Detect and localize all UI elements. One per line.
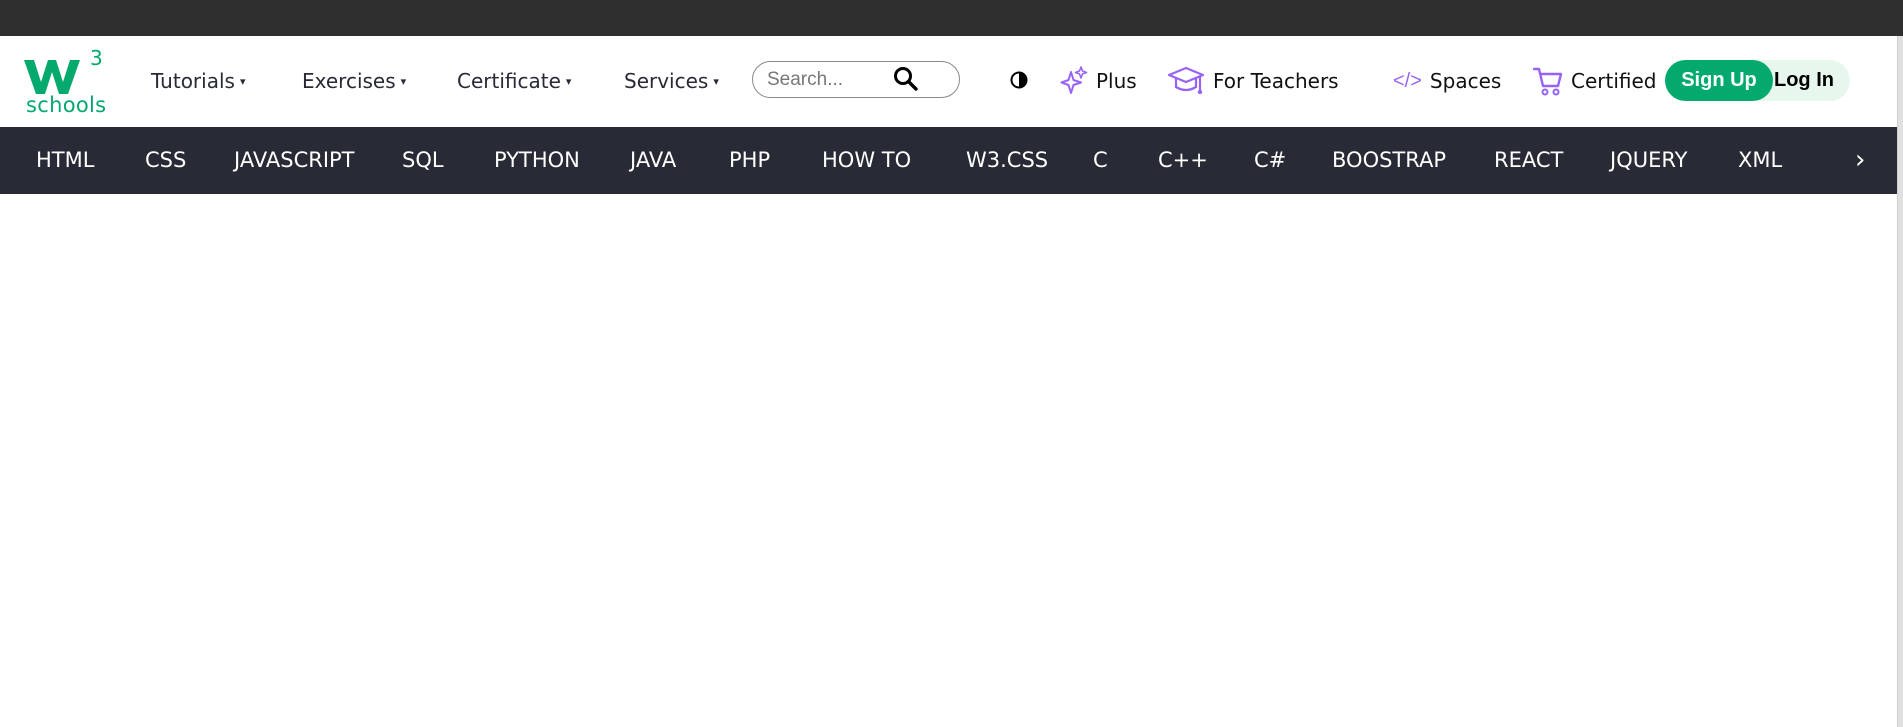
sparkle-icon (1060, 66, 1088, 94)
menu-exercises-label: Exercises (302, 69, 396, 93)
subnav-item-jquery[interactable]: JQUERY (1610, 127, 1687, 194)
subnav-item-c[interactable]: C (1093, 127, 1108, 194)
subnav-item-html[interactable]: HTML (36, 127, 94, 194)
menu-tutorials[interactable]: Tutorials ▾ (151, 69, 245, 93)
tutorials-subnav: HTML CSS JAVASCRIPT SQL PYTHON JAVA PHP … (0, 127, 1898, 194)
spaces-label: Spaces (1429, 69, 1502, 93)
subnav-item-css[interactable]: CSS (145, 127, 186, 194)
menu-services-label: Services (624, 69, 709, 93)
subnav-item-react[interactable]: REACT (1494, 127, 1563, 194)
chevron-down-icon: ▾ (400, 75, 407, 88)
certified-label: Certified (1571, 69, 1657, 93)
menu-certificate[interactable]: Certificate ▾ (457, 69, 571, 93)
subnav-item-php[interactable]: PHP (729, 127, 770, 194)
menu-exercises[interactable]: Exercises ▾ (302, 69, 406, 93)
w3schools-logo[interactable]: 3 schools (24, 46, 108, 118)
chevron-down-icon: ▾ (565, 75, 572, 88)
sign-up-button[interactable]: Sign Up (1665, 60, 1773, 101)
subnav-item-csharp[interactable]: C# (1254, 127, 1286, 194)
plus-link[interactable]: Plus (1060, 66, 1137, 96)
contrast-toggle-icon[interactable] (1009, 70, 1029, 90)
subnav-item-bootstrap[interactable]: BOOSTRAP (1332, 127, 1446, 194)
menu-certificate-label: Certificate (457, 69, 561, 93)
subnav-item-java[interactable]: JAVA (630, 127, 676, 194)
subnav-item-how-to[interactable]: HOW TO (822, 127, 911, 194)
page-scrollbar[interactable] (1897, 36, 1903, 727)
chevron-down-icon: ▾ (239, 75, 246, 88)
subnav-item-javascript[interactable]: JAVASCRIPT (234, 127, 355, 194)
top-header: 3 schools Tutorials ▾ Exercises ▾ Certific… (0, 36, 1898, 127)
code-icon: </> (1393, 69, 1422, 92)
certified-link[interactable]: Certified (1533, 66, 1657, 96)
subnav-item-w3css[interactable]: W3.CSS (966, 127, 1048, 194)
search-icon[interactable] (893, 66, 919, 92)
w3-logo-mark-icon: 3 (24, 46, 103, 94)
spaces-link[interactable]: </> Spaces (1393, 66, 1501, 96)
browser-top-strip (0, 0, 1903, 36)
for-teachers-label: For Teachers (1213, 69, 1339, 93)
subnav-item-sql[interactable]: SQL (402, 127, 444, 194)
search-input[interactable] (767, 68, 897, 92)
cart-icon (1533, 67, 1563, 96)
svg-text:3: 3 (90, 46, 103, 70)
search-box (752, 61, 960, 98)
subnav-item-cpp[interactable]: C++ (1158, 127, 1208, 194)
menu-tutorials-label: Tutorials (151, 69, 235, 93)
chevron-down-icon: ▾ (713, 75, 719, 88)
for-teachers-link[interactable]: For Teachers (1167, 66, 1339, 96)
subnav-item-xml[interactable]: XML (1738, 127, 1782, 194)
plus-label: Plus (1096, 69, 1137, 93)
subnav-item-python[interactable]: PYTHON (494, 127, 580, 194)
graduation-cap-icon (1167, 66, 1205, 95)
menu-services[interactable]: Services ▾ (624, 69, 719, 93)
scroll-right-chevron-icon[interactable]: › (1855, 127, 1865, 194)
logo-wordmark: schools (26, 93, 107, 117)
